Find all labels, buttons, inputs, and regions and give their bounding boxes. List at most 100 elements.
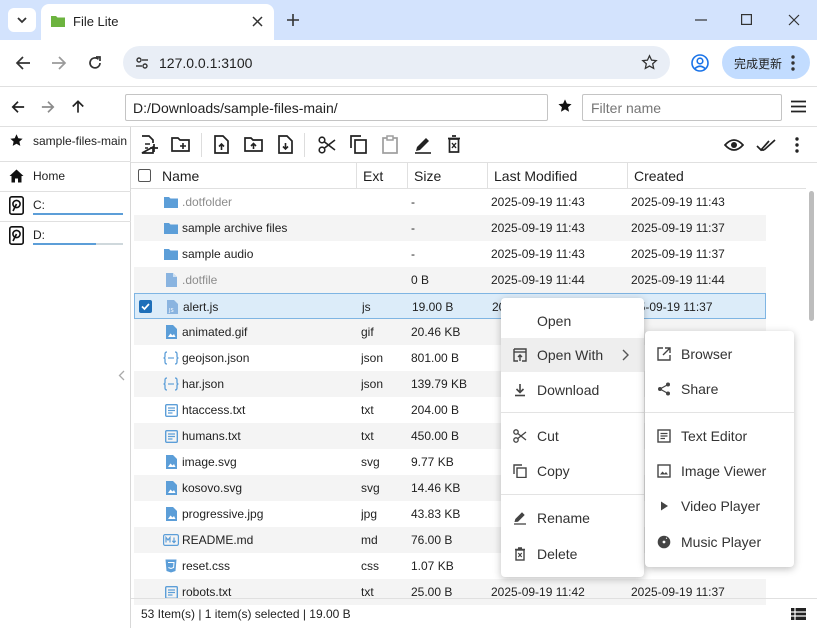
file-created: 2025-09-19 11:37 xyxy=(631,221,725,235)
update-button[interactable]: 完成更新 xyxy=(722,46,810,79)
toolbar-divider xyxy=(304,133,305,157)
minimize-icon[interactable] xyxy=(695,19,707,21)
file-modified: 2025-09-19 11:44 xyxy=(491,273,585,287)
forward-arrow-icon[interactable] xyxy=(41,100,55,114)
delete-trash-icon[interactable] xyxy=(447,135,461,153)
file-ext xyxy=(361,189,409,215)
column-header-size[interactable]: Size xyxy=(408,163,488,189)
menu-item-label: Image Viewer xyxy=(681,463,767,479)
sidebar-item-label: Home xyxy=(33,169,66,183)
browser-tab[interactable]: File Lite xyxy=(41,4,274,40)
back-arrow-icon[interactable] xyxy=(11,100,25,114)
maximize-icon[interactable] xyxy=(741,14,752,25)
column-headers: Name Ext Size Last Modified Created xyxy=(131,163,806,189)
select-all-checkbox[interactable] xyxy=(138,169,151,182)
submenu-item-browser[interactable]: Browser xyxy=(645,337,794,371)
cut-scissors-icon[interactable] xyxy=(318,136,336,154)
file-row[interactable]: sample archive files - 2025-09-19 11:43 202… xyxy=(134,215,766,241)
submenu-item-image-viewer[interactable]: Image Viewer xyxy=(645,454,794,488)
menu-item-download[interactable]: Download xyxy=(501,373,644,407)
column-header-name[interactable]: Name xyxy=(156,163,357,189)
menu-item-label: Cut xyxy=(537,428,559,444)
copy-icon[interactable] xyxy=(350,135,367,154)
window-close-icon[interactable] xyxy=(788,14,800,26)
drive-label: D: xyxy=(33,228,45,242)
new-tab-plus-icon[interactable] xyxy=(286,13,300,27)
file-name: README.md xyxy=(182,533,254,547)
menu-item-open-with[interactable]: Open With xyxy=(501,338,644,372)
menu-item-delete[interactable]: Delete xyxy=(501,537,644,571)
new-file-icon[interactable] xyxy=(140,135,158,154)
collapse-sidebar-chevron-icon[interactable] xyxy=(118,370,125,381)
tab-search-button[interactable] xyxy=(8,8,36,32)
rename-pen-icon[interactable] xyxy=(414,136,432,154)
vertical-scrollbar[interactable] xyxy=(805,189,817,598)
site-settings-icon[interactable] xyxy=(135,56,149,70)
file-ext: js xyxy=(362,300,371,314)
menu-item-cut[interactable]: Cut xyxy=(501,419,644,453)
file-ext: txt xyxy=(361,429,374,443)
file-size: 0 B xyxy=(411,273,430,287)
file-size: 450.00 B xyxy=(411,429,460,443)
download-file-icon[interactable] xyxy=(278,135,293,154)
file-ext xyxy=(361,267,409,293)
path-input[interactable] xyxy=(125,94,548,121)
home-icon xyxy=(9,169,24,183)
file-row[interactable]: .dotfile 0 B 2025-09-19 11:44 2025-09-19 11… xyxy=(134,267,766,293)
sidebar-item-home[interactable]: Home xyxy=(0,162,131,190)
upload-file-icon[interactable] xyxy=(214,135,229,154)
file-size: - xyxy=(411,247,415,261)
forward-arrow-icon[interactable] xyxy=(51,55,67,71)
scrollbar-thumb[interactable] xyxy=(809,191,814,321)
bookmark-star-icon[interactable] xyxy=(641,54,658,71)
eye-icon[interactable] xyxy=(724,138,744,152)
menu-separator xyxy=(645,412,794,413)
filter-name-input[interactable] xyxy=(582,94,782,121)
file-row[interactable]: JS alert.js js 19.00 B 20 25-09-19 11:37 xyxy=(134,293,766,319)
column-header-modified[interactable]: Last Modified xyxy=(488,163,628,189)
sidebar-item-drive-c[interactable]: C: xyxy=(0,192,131,220)
upload-folder-icon[interactable] xyxy=(244,136,264,153)
file-name: reset.css xyxy=(182,559,231,573)
css-icon xyxy=(165,559,177,573)
up-arrow-icon[interactable] xyxy=(71,99,85,114)
reload-icon[interactable] xyxy=(87,55,103,71)
file-created: 2025-09-19 11:43 xyxy=(631,195,725,209)
profile-icon[interactable] xyxy=(690,53,710,73)
more-vert-icon[interactable] xyxy=(795,137,799,153)
menu-separator xyxy=(501,494,644,495)
list-view-icon[interactable] xyxy=(791,608,806,620)
file-ext: txt xyxy=(361,403,374,417)
column-header-created[interactable]: Created xyxy=(628,163,768,189)
column-header-ext[interactable]: Ext xyxy=(357,163,408,189)
file-icon-cell xyxy=(163,423,179,449)
submenu-item-share[interactable]: Share xyxy=(645,372,794,406)
address-bar[interactable]: 127.0.0.1:3100 xyxy=(123,46,670,79)
sidebar-item-favorite[interactable]: sample-files-main xyxy=(0,127,131,155)
menu-item-copy[interactable]: Copy xyxy=(501,454,644,488)
select-all-checkbox-cell xyxy=(131,163,156,189)
submenu-item-video-player[interactable]: Video Player xyxy=(645,489,794,523)
file-row[interactable]: sample audio - 2025-09-19 11:43 2025-09-19 … xyxy=(134,241,766,267)
text-file-icon xyxy=(164,585,178,599)
submenu-item-music-player[interactable]: Music Player xyxy=(645,525,794,559)
menu-item-rename[interactable]: Rename xyxy=(501,501,644,535)
hamburger-menu-icon[interactable] xyxy=(791,100,806,113)
new-folder-icon[interactable] xyxy=(171,136,191,153)
submenu-item-text-editor[interactable]: Text Editor xyxy=(645,419,794,453)
menu-item-open[interactable]: Open xyxy=(501,304,644,338)
back-arrow-icon[interactable] xyxy=(15,55,31,71)
more-vert-icon[interactable] xyxy=(791,55,795,71)
file-size: 801.00 B xyxy=(411,351,460,365)
select-all-double-check-icon[interactable] xyxy=(756,139,776,152)
favorite-star-icon[interactable] xyxy=(557,98,573,114)
sidebar-item-drive-d[interactable]: D: xyxy=(0,222,131,250)
close-icon[interactable] xyxy=(252,16,263,27)
paste-clipboard-icon[interactable] xyxy=(382,135,398,154)
file-size: 20.46 KB xyxy=(411,325,461,339)
download-icon xyxy=(515,384,525,397)
row-checkbox-checked[interactable] xyxy=(139,300,152,313)
file-icon-cell xyxy=(163,371,179,397)
folder-favicon-icon xyxy=(51,16,65,27)
file-row[interactable]: .dotfolder - 2025-09-19 11:43 2025-09-19 11… xyxy=(134,189,766,215)
